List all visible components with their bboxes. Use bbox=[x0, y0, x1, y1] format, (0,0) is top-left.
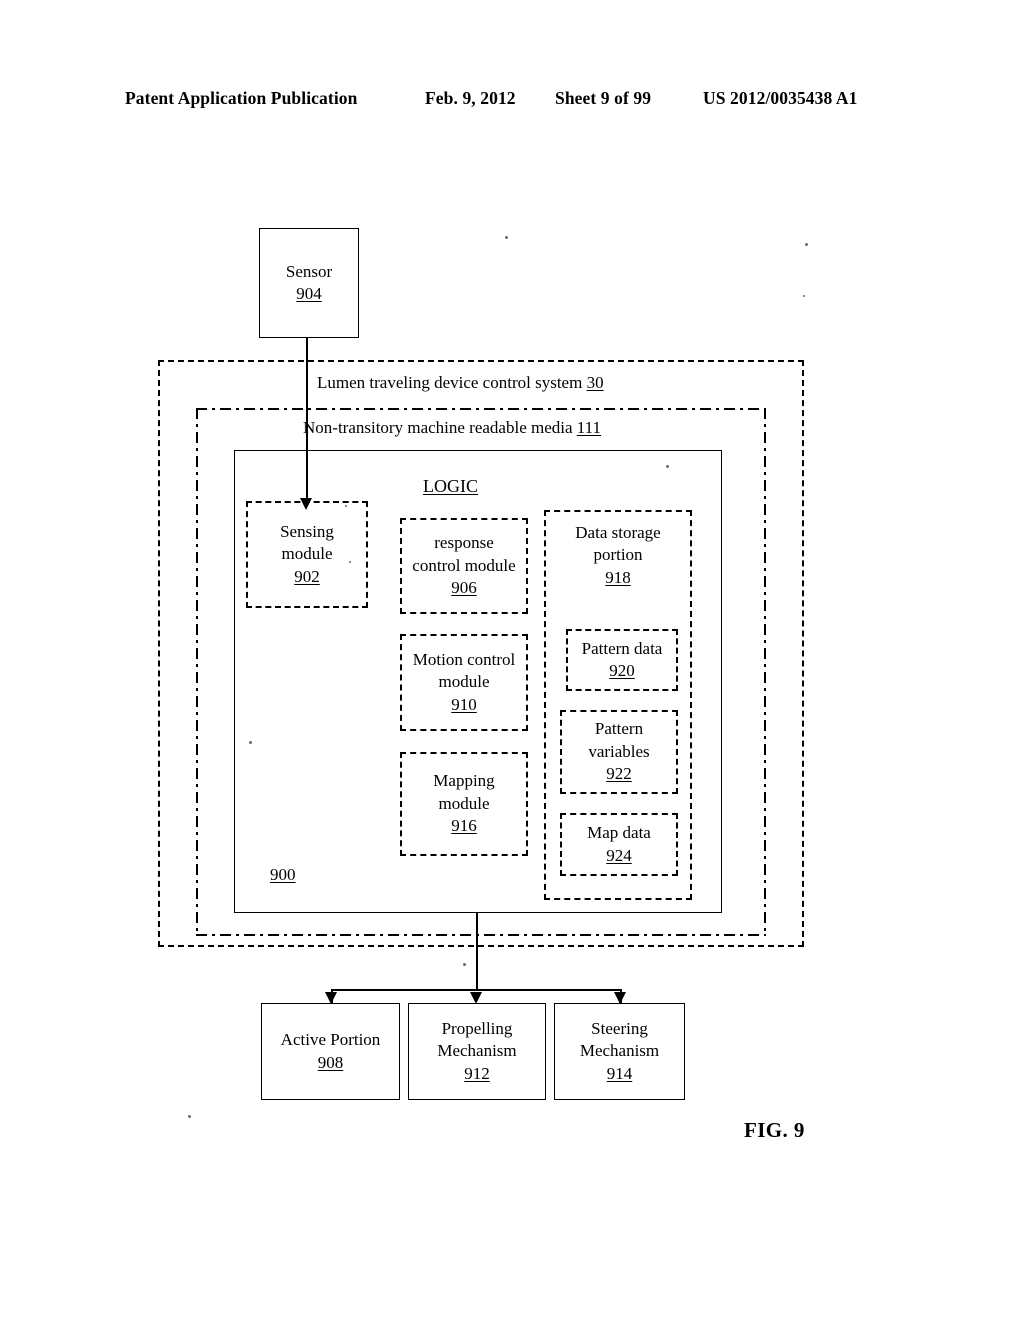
logic-output-trunk-line bbox=[476, 913, 478, 990]
pattern-data-ref: 920 bbox=[609, 661, 635, 680]
response-control-module-ref: 906 bbox=[451, 578, 477, 598]
data-storage-portion-label-line2: portion bbox=[593, 545, 643, 565]
sensing-module-label-line1: Sensing bbox=[280, 521, 334, 541]
publication-date: Feb. 9, 2012 bbox=[425, 88, 516, 108]
logic-title: LOGIC bbox=[423, 476, 478, 497]
propelling-mechanism-box: Propelling Mechanism 912 bbox=[408, 1003, 546, 1100]
sensor-box: Sensor 904 bbox=[259, 228, 359, 338]
mapping-module-box: Mapping module 916 bbox=[400, 752, 528, 856]
scan-artifact-dot bbox=[505, 236, 508, 239]
lumen-control-system-ref: 30 bbox=[586, 373, 604, 392]
active-portion-box: Active Portion 908 bbox=[261, 1003, 400, 1100]
scan-artifact-dot bbox=[803, 295, 805, 297]
sensor-ref: 904 bbox=[296, 284, 322, 303]
system-reference-900: 900 bbox=[270, 865, 296, 885]
motion-control-module-label-line2: module bbox=[438, 672, 490, 692]
motion-control-module-ref: 910 bbox=[451, 694, 477, 714]
motion-control-module-box: Motion control module 910 bbox=[400, 634, 528, 731]
response-control-module-box: response control module 906 bbox=[400, 518, 528, 614]
figure-caption: FIG. 9 bbox=[744, 1118, 805, 1142]
machine-readable-media-ref: 111 bbox=[576, 418, 602, 437]
propelling-mechanism-label-line1: Propelling bbox=[441, 1018, 513, 1038]
output-distribution-bus bbox=[331, 989, 621, 991]
sheet-number: Sheet 9 of 99 bbox=[555, 88, 652, 108]
sensing-module-box: Sensing module 902 bbox=[246, 501, 368, 608]
propelling-mechanism-label-line2: Mechanism bbox=[437, 1041, 517, 1061]
mapping-module-label-line1: Mapping bbox=[433, 771, 495, 791]
lumen-control-system-label: Lumen traveling device control system bbox=[317, 373, 583, 392]
mapping-module-label-line2: module bbox=[438, 793, 490, 813]
publication-number: US 2012/0035438 A1 bbox=[703, 88, 858, 108]
pattern-variables-label-line1: Pattern bbox=[594, 719, 644, 739]
response-control-module-label-line2: control module bbox=[412, 555, 516, 575]
publication-header: Patent Application Publication Feb. 9, 2… bbox=[125, 88, 900, 114]
data-storage-portion-ref: 918 bbox=[605, 567, 631, 587]
map-data-ref: 924 bbox=[606, 845, 632, 865]
logic-title-label: LOGIC bbox=[423, 476, 478, 496]
scan-artifact-dot bbox=[188, 1115, 191, 1118]
pattern-data-label-line1: Pattern data bbox=[581, 638, 663, 658]
pattern-variables-label-line2: variables bbox=[588, 741, 650, 761]
sensor-label: Sensor bbox=[285, 261, 333, 281]
scan-artifact-dot bbox=[345, 505, 347, 507]
system-reference-900-label: 900 bbox=[270, 865, 296, 884]
sensing-module-ref: 902 bbox=[294, 566, 320, 586]
scan-artifact-dot bbox=[349, 561, 351, 563]
active-portion-label-line1: Active Portion bbox=[280, 1030, 381, 1050]
pattern-variables-box: Pattern variables 922 bbox=[560, 710, 678, 794]
pattern-data-box: Pattern data 920 bbox=[566, 629, 678, 691]
sensing-module-label-line2: module bbox=[281, 544, 333, 564]
scan-artifact-dot bbox=[666, 465, 669, 468]
scan-artifact-dot bbox=[805, 243, 808, 246]
machine-readable-media-title: Non-transitory machine readable media 11… bbox=[303, 418, 601, 438]
machine-readable-media-label: Non-transitory machine readable media bbox=[303, 418, 573, 437]
steering-mechanism-label-line2: Mechanism bbox=[579, 1041, 660, 1061]
pattern-variables-ref: 922 bbox=[606, 764, 632, 784]
scan-artifact-dot bbox=[463, 963, 466, 966]
steering-mechanism-ref: 914 bbox=[606, 1063, 633, 1083]
map-data-label-line1: Map data bbox=[587, 823, 651, 843]
publication-title: Patent Application Publication bbox=[125, 88, 358, 108]
data-storage-portion-label-line1: Data storage bbox=[575, 523, 661, 542]
response-control-module-label-line1: response bbox=[434, 533, 494, 553]
steering-mechanism-box: Steering Mechanism 914 bbox=[554, 1003, 685, 1100]
steering-mechanism-label-line1: Steering bbox=[591, 1018, 648, 1038]
propelling-mechanism-ref: 912 bbox=[464, 1063, 490, 1083]
active-portion-ref: 908 bbox=[317, 1052, 344, 1072]
motion-control-module-label-line1: Motion control bbox=[412, 649, 516, 669]
scan-artifact-dot bbox=[249, 741, 252, 744]
mapping-module-ref: 916 bbox=[451, 816, 477, 836]
map-data-box: Map data 924 bbox=[560, 813, 678, 876]
lumen-control-system-title: Lumen traveling device control system 30 bbox=[317, 373, 604, 393]
